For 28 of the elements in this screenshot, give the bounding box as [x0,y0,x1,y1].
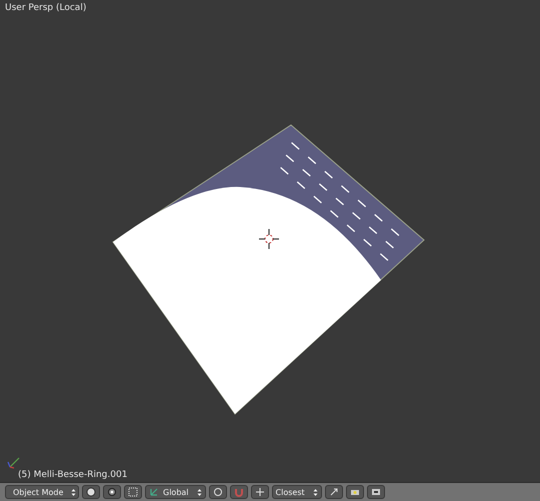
proportional-edit-button[interactable] [208,485,227,499]
circle-icon [212,487,223,497]
mode-dropdown[interactable]: Object Mode [5,485,79,499]
magnet-icon [234,487,244,497]
align-rotation-button[interactable] [324,485,343,499]
axis-icon [149,487,159,497]
shading-dropdown[interactable] [82,485,100,499]
pivot-icon [107,487,117,497]
object-label: (5) Melli-Besse-Ring.001 [18,470,128,480]
film-icon [370,487,381,497]
orientation-dropdown[interactable]: Global [145,485,206,499]
snap-target-dropdown[interactable]: Closest [272,485,322,499]
arrow-icon [328,487,339,497]
viewport-title: User Persp (Local) [5,3,86,13]
render-animation-button[interactable] [366,485,385,499]
pivot-dropdown[interactable] [103,485,121,499]
up-down-icon [312,488,318,496]
vertex-icon [254,487,265,497]
axes-icon [7,455,21,469]
grid-icon [128,487,138,497]
up-down-icon [196,488,202,496]
up-down-icon [71,488,76,496]
snap-element-dropdown[interactable] [250,485,269,499]
camera-icon [350,487,360,497]
render-button[interactable] [346,485,364,499]
manipulator-toggle[interactable] [124,485,142,499]
sphere-icon [86,487,96,497]
cursor-icon [258,228,280,250]
